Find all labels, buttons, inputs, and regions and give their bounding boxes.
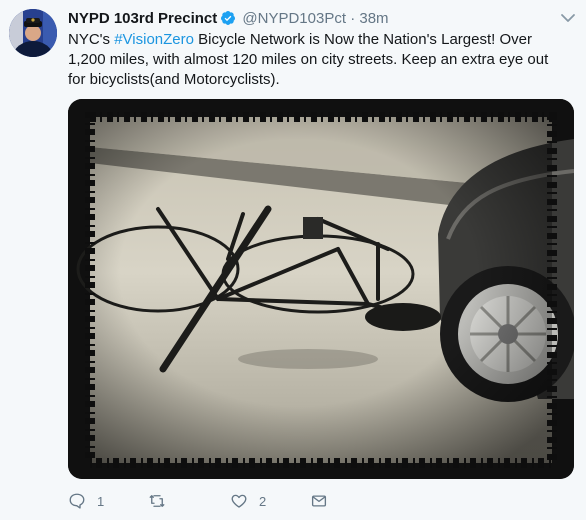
tweet-text-intro: NYC's (68, 31, 115, 48)
tweet-photo[interactable] (68, 99, 574, 479)
handle[interactable]: @NYPD103Pct (242, 10, 346, 27)
separator-dot: · (350, 10, 356, 27)
heart-icon (231, 494, 247, 508)
tweet-header: NYPD 103rd Precinct @NYPD103Pct · 38m (68, 9, 562, 29)
direct-message-button[interactable] (310, 490, 328, 512)
avatar-image (9, 9, 57, 57)
retweet-icon (149, 495, 165, 507)
reply-button[interactable]: 1 (68, 490, 104, 512)
like-button[interactable]: 2 (230, 490, 266, 512)
timestamp[interactable]: 38m (359, 10, 388, 27)
hashtag-link[interactable]: #VisionZero (114, 31, 194, 48)
tweet-text: NYC's #VisionZero Bicycle Network is Now… (68, 30, 568, 90)
reply-count: 1 (97, 493, 105, 509)
like-count: 2 (259, 493, 267, 509)
retweet-button[interactable] (148, 490, 177, 512)
bicycle-crash-photo (68, 99, 574, 479)
chevron-down-icon[interactable] (560, 11, 576, 25)
display-name[interactable]: NYPD 103rd Precinct (68, 10, 217, 27)
reply-icon (69, 493, 85, 509)
tweet-card[interactable]: NYPD 103rd Precinct @NYPD103Pct · 38m NY… (0, 0, 586, 520)
tweet-actions: 1 2 (68, 490, 488, 512)
avatar[interactable] (9, 9, 57, 57)
verified-badge-icon (220, 10, 236, 26)
envelope-icon (311, 495, 327, 507)
